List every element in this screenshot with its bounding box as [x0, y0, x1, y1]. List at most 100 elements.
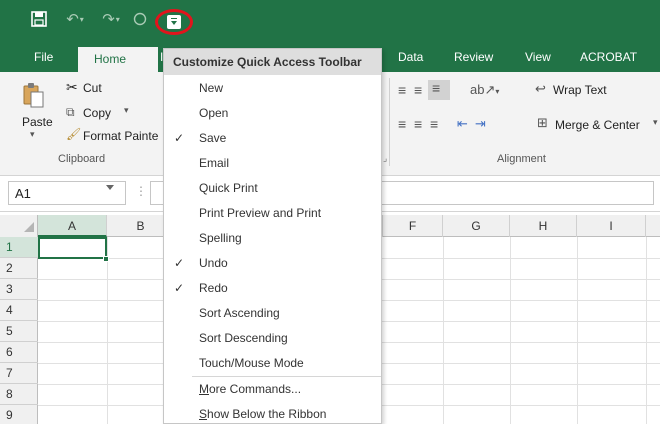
tab-review[interactable]: Review [454, 50, 493, 64]
row-header-7[interactable]: 7 [0, 363, 38, 384]
menu-item-spelling[interactable]: Spelling [164, 226, 381, 251]
paste-icon[interactable] [22, 82, 44, 108]
column-header-g[interactable]: G [443, 215, 510, 237]
align-right-icon[interactable]: ≡ [430, 116, 438, 132]
tab-view[interactable]: View [525, 50, 551, 64]
column-header-f[interactable]: F [383, 215, 443, 237]
column-header-h[interactable]: H [510, 215, 577, 237]
row-header-9[interactable]: 9 [0, 405, 38, 424]
chevron-down-icon[interactable]: ▾ [124, 105, 129, 116]
customize-bar-glyph [171, 18, 177, 19]
chevron-down-icon[interactable]: ▾ [653, 117, 658, 128]
cut-icon: ✂ [66, 79, 78, 95]
format-painter-button[interactable]: Format Painte [83, 129, 158, 143]
row-header-2[interactable]: 2 [0, 258, 38, 279]
column-header-a[interactable]: A [38, 215, 107, 237]
menu-item-label: Sort Descending [199, 331, 288, 345]
align-left-icon[interactable]: ≡ [398, 116, 406, 132]
clipboard-group-label: Clipboard [58, 153, 106, 165]
menu-item-print-preview[interactable]: Print Preview and Print [164, 201, 381, 226]
merge-center-button[interactable]: Merge & Center [555, 118, 640, 132]
decrease-indent-icon[interactable]: ⇤ [457, 116, 468, 132]
menu-item-label: Touch/Mouse Mode [199, 356, 304, 370]
menu-item-label: Sort Ascending [199, 306, 280, 320]
menu-item-label: Open [199, 106, 229, 120]
chevron-down-icon [171, 21, 177, 25]
customize-qat-menu: Customize Quick Access Toolbar New Open … [163, 48, 382, 424]
wrap-text-icon: ↩ [535, 81, 546, 96]
format-painter-icon: 🖌 [66, 127, 82, 141]
row-header-4[interactable]: 4 [0, 300, 38, 321]
chevron-down-icon[interactable]: ▾ [30, 129, 35, 140]
grid-line [646, 237, 647, 424]
grid-line [510, 237, 511, 424]
customize-qat-button[interactable] [155, 9, 193, 35]
menu-item-touch-mouse-mode[interactable]: Touch/Mouse Mode [164, 351, 381, 376]
menu-item-redo[interactable]: ✓ Redo [164, 276, 381, 301]
menu-item-show-below-ribbon[interactable]: Show Below the Ribbon [164, 402, 381, 423]
paste-button[interactable]: Paste [22, 115, 53, 129]
row-header-3[interactable]: 3 [0, 279, 38, 300]
row-header-5[interactable]: 5 [0, 321, 38, 342]
grid-line [107, 237, 108, 424]
menu-item-label: New [199, 81, 224, 95]
tab-acrobat[interactable]: ACROBAT [580, 50, 637, 64]
undo-icon[interactable]: ↶ ▾ [60, 10, 90, 28]
align-center-icon[interactable]: ≡ [414, 116, 422, 132]
fill-handle[interactable] [103, 256, 109, 262]
cut-button[interactable]: Cut [83, 81, 102, 95]
tab-home[interactable]: Home [78, 47, 158, 72]
menu-item-sort-ascending[interactable]: Sort Ascending [164, 301, 381, 326]
alignment-group-label: Alignment [497, 153, 546, 165]
select-all-corner[interactable] [0, 215, 38, 237]
menu-item-undo[interactable]: ✓ Undo [164, 251, 381, 276]
row-header-1[interactable]: 1 [0, 237, 38, 258]
formula-bar-grip: ⋮ [135, 184, 147, 198]
dialog-launcher-icon[interactable]: ⌟ [383, 153, 387, 164]
group-divider [389, 78, 390, 166]
menu-item-label: Undo [199, 256, 228, 270]
save-icon[interactable] [30, 10, 48, 28]
align-bottom-icon[interactable]: ≡ [428, 80, 450, 100]
wrap-text-button[interactable]: Wrap Text [553, 83, 607, 97]
menu-item-label: Print Preview and Print [199, 206, 322, 220]
check-icon: ✓ [174, 256, 185, 270]
row-header-6[interactable]: 6 [0, 342, 38, 363]
menu-item-save[interactable]: ✓ Save [164, 126, 381, 151]
menu-item-label: Redo [199, 281, 228, 295]
row-headers: 1 2 3 4 5 6 7 8 9 [0, 237, 38, 424]
merge-center-icon: ⊞ [537, 115, 548, 130]
chevron-down-icon[interactable] [106, 185, 114, 190]
menu-item-label: Show Below the Ribbon [199, 407, 327, 421]
menu-item-label: Spelling [199, 231, 242, 245]
redo-icon[interactable]: ↷ ▾ [96, 10, 126, 28]
check-icon: ✓ [174, 131, 185, 145]
menu-item-more-commands[interactable]: More Commands... [164, 377, 381, 402]
grid-line [577, 237, 578, 424]
title-bar: ↶ ▾ ↷ ▾ [0, 0, 660, 42]
copy-icon: ⧉ [66, 105, 75, 119]
column-header-i[interactable]: I [577, 215, 646, 237]
tab-data[interactable]: Data [398, 50, 423, 64]
copy-button[interactable]: Copy [83, 106, 111, 120]
row-header-8[interactable]: 8 [0, 384, 38, 405]
menu-item-label: Email [199, 156, 230, 170]
menu-item-email[interactable]: Email [164, 151, 381, 176]
grid-line [443, 237, 444, 424]
menu-item-label: Save [199, 131, 227, 145]
menu-item-open[interactable]: Open [164, 101, 381, 126]
align-top-icon[interactable]: ≡ [398, 82, 406, 98]
tab-file[interactable]: File [34, 50, 53, 64]
increase-indent-icon[interactable]: ⇥ [475, 116, 486, 132]
check-icon: ✓ [174, 281, 185, 295]
select-all-icon [24, 222, 34, 232]
menu-item-label: Quick Print [199, 181, 258, 195]
touch-mode-icon[interactable] [131, 10, 149, 28]
menu-title: Customize Quick Access Toolbar [164, 49, 381, 75]
orientation-icon[interactable]: ab↗▾ [470, 82, 499, 98]
menu-item-quick-print[interactable]: Quick Print [164, 176, 381, 201]
selected-cell-a1[interactable] [38, 237, 107, 259]
menu-item-new[interactable]: New [164, 76, 381, 101]
align-middle-icon[interactable]: ≡ [414, 82, 422, 98]
menu-item-sort-descending[interactable]: Sort Descending [164, 326, 381, 351]
